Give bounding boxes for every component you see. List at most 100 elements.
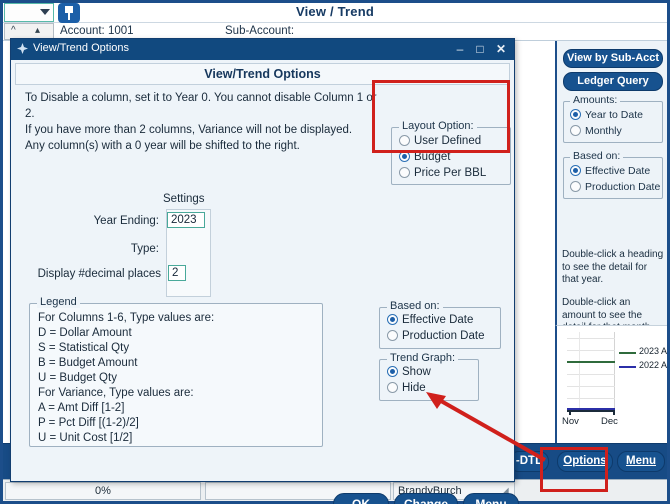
instruction-line-1: To Disable a column, set it to Year 0. Y… <box>25 92 377 120</box>
type-label: Type: <box>130 243 159 255</box>
x-tick-label-dec: Dec <box>601 416 618 427</box>
radio-hide[interactable]: Hide <box>387 382 426 394</box>
radio-budget[interactable]: Budget <box>399 151 450 163</box>
dialog-instructions: To Disable a column, set it to Year 0. Y… <box>25 90 385 154</box>
radio-budget-label: Budget <box>414 151 451 163</box>
window-top-strip: View / Trend <box>3 3 667 23</box>
trend-graph-group: Trend Graph: Show Hide <box>379 352 479 401</box>
collapse-up-icon[interactable]: ^ <box>11 25 16 36</box>
gridline <box>567 386 615 387</box>
radio-indicator[interactable] <box>399 167 410 178</box>
gridline <box>567 374 615 375</box>
toolbar-menu-button[interactable]: Menu <box>617 451 665 472</box>
screen: View / Trend ^ ▴ Account: 1001 Sub-Accou… <box>0 0 670 504</box>
radio-side-production-date[interactable]: Production Date <box>570 181 660 193</box>
radio-show[interactable]: Show <box>387 366 431 378</box>
radio-indicator[interactable] <box>570 109 581 120</box>
dialog-menu-button[interactable]: Menu <box>463 493 519 504</box>
settings-caption: Settings <box>163 193 205 205</box>
radio-side-effective-date-label: Effective Date <box>585 165 651 177</box>
legend-line-7: A = Amt Diff [1-2] <box>38 402 125 414</box>
legend-line-1: For Columns 1-6, Type values are: <box>38 312 215 324</box>
window-title: View / Trend <box>295 4 375 19</box>
amounts-group: Amounts: Year to Date Monthly <box>563 94 663 143</box>
radio-price-per-bbl[interactable]: Price Per BBL <box>399 167 486 179</box>
maximize-icon[interactable]: □ <box>472 43 488 56</box>
layout-option-caption: Layout Option: <box>399 120 477 132</box>
trend-chart[interactable]: Nov Dec 2023 Actual 2022 Actual <box>555 325 667 443</box>
gridline <box>567 350 615 351</box>
account-label: Account: 1001 <box>60 25 134 37</box>
radio-indicator[interactable] <box>399 151 410 162</box>
chart-x-axis <box>567 410 615 412</box>
ledger-query-button[interactable]: Ledger Query <box>563 72 663 91</box>
side-based-on-group: Based on: Effective Date Production Date <box>563 150 663 199</box>
radio-indicator[interactable] <box>387 382 398 393</box>
gridline-vertical <box>579 332 580 410</box>
chart-plot-area <box>567 332 615 410</box>
radio-indicator[interactable] <box>570 125 581 136</box>
view-by-sub-acct-button[interactable]: View by Sub-Acct <box>563 49 663 68</box>
radio-year-to-date[interactable]: Year to Date <box>570 109 643 121</box>
trend-graph-caption: Trend Graph: <box>387 352 459 364</box>
radio-indicator[interactable] <box>387 366 398 377</box>
sub-account-label: Sub-Account: <box>225 25 295 37</box>
dialog-based-on-caption: Based on: <box>387 300 443 312</box>
side-based-on-caption: Based on: <box>570 150 624 162</box>
legend-label-2022: 2022 Actual <box>639 360 667 370</box>
decimal-places-label: Display #decimal places <box>37 268 161 280</box>
legend-line-4: B = Budget Amount <box>38 357 138 369</box>
radio-indicator[interactable] <box>570 181 581 192</box>
dialog-header: View/Trend Options <box>15 63 510 85</box>
x-tick <box>613 410 615 415</box>
legend-line-2: D = Dollar Amount <box>38 327 132 339</box>
decimal-places-input[interactable] <box>168 265 186 281</box>
amounts-group-caption: Amounts: <box>570 94 621 106</box>
radio-monthly-label: Monthly <box>585 125 622 137</box>
legend-line-5: U = Budget Qty <box>38 372 117 384</box>
dialog-based-on-group: Based on: Effective Date Production Date <box>379 300 501 349</box>
legend-swatch-2023 <box>619 352 636 354</box>
legend-swatch-2022 <box>619 366 636 368</box>
x-tick-label-nov: Nov <box>562 416 579 427</box>
minimize-icon[interactable]: – <box>452 43 468 56</box>
sparkle-icon-glyph <box>17 43 28 54</box>
options-button-label: Options <box>563 455 607 467</box>
legend-group: Legend For Columns 1-6, Type values are:… <box>29 296 323 447</box>
series-2023-actual <box>567 361 615 363</box>
radio-hide-label: Hide <box>402 382 426 394</box>
radio-monthly[interactable]: Monthly <box>570 125 622 137</box>
radio-indicator[interactable] <box>399 135 410 146</box>
legend-line-9: U = Unit Cost [1/2] <box>38 432 133 444</box>
progress-status: 0% <box>5 482 201 500</box>
legend-label-2023: 2023 Actual <box>639 346 667 356</box>
radio-indicator[interactable] <box>570 165 581 176</box>
x-tick <box>569 410 571 415</box>
expand-icon[interactable]: ▴ <box>35 25 40 36</box>
ok-button[interactable]: OK <box>333 493 389 504</box>
legend-line-6: For Variance, Type values are: <box>38 387 194 399</box>
dialog-titlebar[interactable]: View/Trend Options – □ ✕ <box>11 39 514 60</box>
radio-dlg-production-date-label: Production Date <box>402 330 485 342</box>
radio-dlg-effective-date[interactable]: Effective Date <box>387 314 473 326</box>
dtl-button[interactable]: -DTL <box>509 451 549 472</box>
instruction-line-3: Any column(s) with a 0 year will be shif… <box>25 140 300 152</box>
gridline <box>567 398 615 399</box>
year-ending-input[interactable] <box>167 212 205 228</box>
options-button[interactable]: Options <box>557 451 613 472</box>
close-icon[interactable]: ✕ <box>493 43 509 56</box>
app-sparkle-icon <box>16 42 29 61</box>
radio-dlg-production-date[interactable]: Production Date <box>387 330 484 342</box>
radio-side-effective-date[interactable]: Effective Date <box>570 165 650 177</box>
layout-option-group: Layout Option: User Defined Budget Price… <box>391 120 511 185</box>
radio-indicator[interactable] <box>387 330 398 341</box>
legend-group-caption: Legend <box>37 296 80 308</box>
legend-line-3: S = Statistical Qty <box>38 342 130 354</box>
radio-indicator[interactable] <box>387 314 398 325</box>
gridline <box>567 338 615 339</box>
change-button[interactable]: Change <box>394 493 458 504</box>
radio-user-defined[interactable]: User Defined <box>399 135 481 147</box>
radio-year-to-date-label: Year to Date <box>585 109 643 121</box>
help-text-heading: Double-click a heading to see the detail… <box>562 249 664 285</box>
view-trend-options-dialog: View/Trend Options – □ ✕ View/Trend Opti… <box>10 38 519 504</box>
